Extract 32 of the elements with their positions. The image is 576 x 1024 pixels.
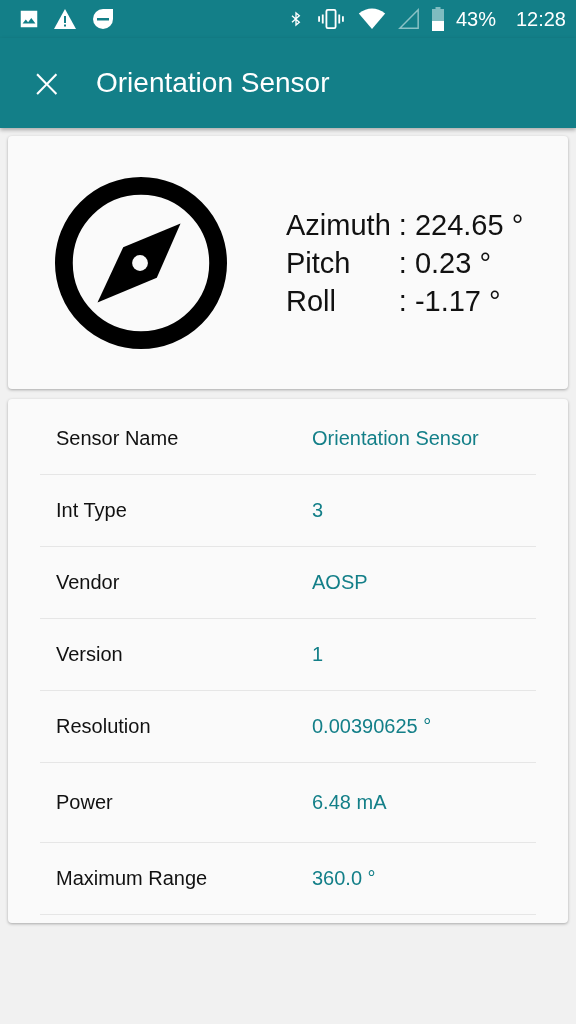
detail-label: Version xyxy=(55,643,124,666)
detail-value: 360.0 ° xyxy=(312,867,376,890)
detail-label: Power xyxy=(55,791,114,814)
detail-value: AOSP xyxy=(312,571,368,594)
cell-signal-icon xyxy=(397,8,420,30)
clock: 12:28 xyxy=(515,7,566,31)
detail-value: 6.48 mA xyxy=(312,791,387,814)
reading-label: Pitch xyxy=(286,245,352,281)
reading-label: Azimuth xyxy=(286,207,391,243)
do-not-disturb-icon xyxy=(90,7,116,31)
compass-icon xyxy=(54,175,228,350)
screen-title: Orientation Sensor xyxy=(96,67,330,99)
warning-icon xyxy=(52,7,78,31)
battery-icon xyxy=(431,7,444,31)
vibrate-icon xyxy=(315,8,346,30)
detail-label: Vendor xyxy=(55,571,121,594)
detail-value: Orientation Sensor xyxy=(312,427,479,450)
detail-label: Maximum Range xyxy=(55,867,209,890)
detail-label: Sensor Name xyxy=(55,427,180,450)
battery-percent: 43% xyxy=(455,7,496,31)
detail-value: 0.00390625 ° xyxy=(312,715,432,738)
detail-label: Resolution xyxy=(55,715,152,738)
detail-value: 3 xyxy=(312,499,324,522)
detail-value: 1 xyxy=(312,643,324,666)
image-icon xyxy=(18,8,40,30)
close-button[interactable]: × xyxy=(30,63,60,103)
detail-label: Int Type xyxy=(55,499,128,522)
reading-value: : -1.17 ° xyxy=(398,283,502,319)
wifi-icon xyxy=(357,8,386,30)
reading-value: : 224.65 ° xyxy=(398,207,524,243)
reading-label: Roll xyxy=(286,283,337,319)
reading-value: : 0.23 ° xyxy=(398,245,492,281)
